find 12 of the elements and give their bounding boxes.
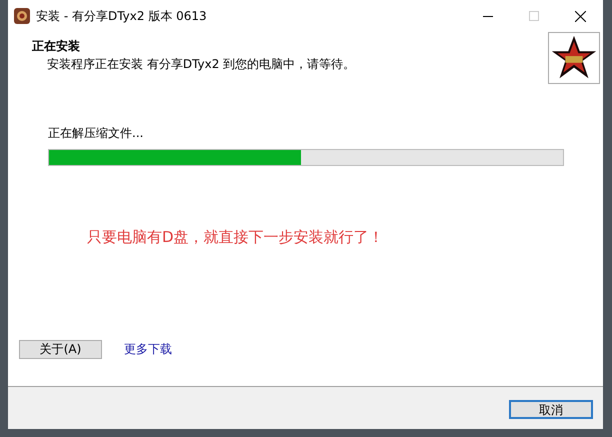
notice-text: 只要电脑有D盘，就直接下一步安装就行了！ [87, 228, 385, 247]
page-subtitle: 安装程序正在安装 有分享DTyx2 到您的电脑中，请等待。 [46, 56, 356, 73]
page-title: 正在安装 [32, 38, 81, 55]
about-button[interactable]: 关于(A) [19, 340, 102, 359]
more-downloads-link[interactable]: 更多下载 [124, 341, 172, 358]
close-icon [574, 10, 586, 22]
star-logo-icon [548, 32, 600, 84]
status-text: 正在解压缩文件... [48, 125, 144, 142]
app-icon [14, 8, 30, 24]
cancel-button[interactable]: 取消 [509, 400, 593, 418]
window-title: 安装 - 有分享DTyx2 版本 0613 [36, 8, 208, 24]
maximize-icon [529, 11, 539, 21]
